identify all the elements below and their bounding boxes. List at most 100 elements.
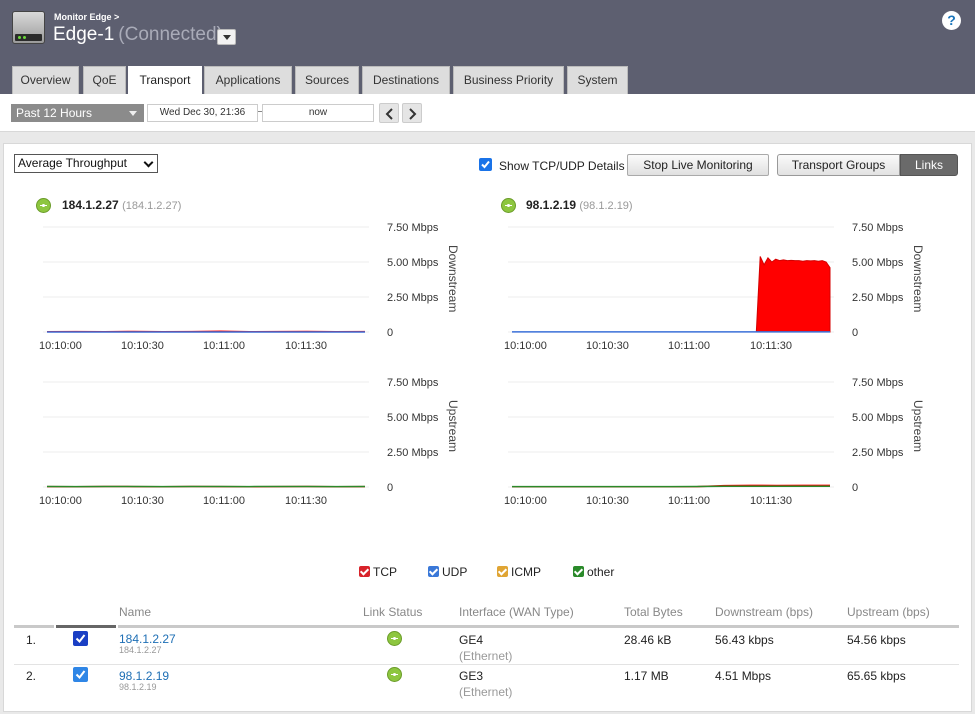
- x-tick-label: 10:11:00: [203, 340, 245, 352]
- checkbox-icon: [497, 566, 508, 577]
- x-tick-label: 10:10:30: [121, 495, 164, 507]
- edge-dropdown-button[interactable]: [217, 29, 236, 45]
- show-details-label: Show TCP/UDP Details: [499, 159, 625, 173]
- column-header-total-bytes[interactable]: Total Bytes: [624, 605, 683, 619]
- legend-icmp[interactable]: ICMP: [497, 565, 541, 579]
- tab-bar: Overview QoE Transport Applications Sour…: [0, 56, 975, 94]
- y-tick-label: 0: [387, 482, 393, 494]
- tab-overview[interactable]: Overview: [12, 66, 79, 94]
- link-heading-2: 98.1.2.19 (98.1.2.19): [526, 198, 633, 212]
- y-tick-label: 5.00 Mbps: [387, 412, 439, 424]
- tab-destinations[interactable]: Destinations: [362, 66, 450, 94]
- y-tick-label: 0: [852, 327, 858, 339]
- checkbox-icon: [359, 566, 370, 577]
- y-tick-label: 7.50 Mbps: [387, 377, 439, 389]
- column-header-downstream[interactable]: Downstream (bps): [715, 605, 813, 619]
- x-tick-label: 10:10:00: [504, 340, 547, 352]
- links-button[interactable]: Links: [900, 154, 958, 176]
- link-name[interactable]: 98.1.2.19: [119, 669, 169, 683]
- y-tick-label: 5.00 Mbps: [852, 257, 904, 269]
- x-tick-label: 10:10:00: [39, 495, 82, 507]
- checkbox-icon: [573, 566, 584, 577]
- start-time-input[interactable]: Wed Dec 30, 21:36: [147, 104, 258, 122]
- stop-live-monitoring-button[interactable]: Stop Live Monitoring: [627, 154, 769, 176]
- upstream-chart-link-2: 7.50 Mbps 5.00 Mbps 2.50 Mbps 0 Upstream 10:1…: [504, 377, 925, 507]
- downstream-value: 56.43 kbps: [715, 633, 774, 647]
- x-tick-label: 10:11:30: [285, 495, 327, 507]
- interface-name: GE4: [459, 633, 484, 647]
- check-icon: [75, 670, 86, 680]
- header-divider-selected: [56, 625, 116, 628]
- interface-name: GE3: [459, 669, 484, 683]
- x-tick-label: 10:10:30: [586, 495, 629, 507]
- help-icon[interactable]: ?: [942, 11, 961, 30]
- y-tick-label: 7.50 Mbps: [852, 222, 904, 234]
- x-tick-label: 10:11:30: [750, 340, 792, 352]
- header-divider: [118, 625, 959, 628]
- time-range-bar: Past 12 Hours Wed Dec 30, 21:36 now: [0, 94, 975, 132]
- page-title: Edge-1 (Connected): [53, 24, 223, 46]
- end-time-input[interactable]: now: [262, 104, 374, 122]
- upstream-value: 65.65 kbps: [847, 669, 906, 683]
- tab-business-priority[interactable]: Business Priority: [453, 66, 564, 94]
- x-tick-label: 10:10:30: [121, 340, 164, 352]
- transport-panel: Average Throughput Show TCP/UDP Details …: [3, 143, 972, 712]
- total-bytes: 1.17 MB: [624, 669, 669, 683]
- downstream-chart-link-1: 7.50 Mbps 5.00 Mbps 2.50 Mbps 0 Downstream 10…: [39, 222, 460, 352]
- edge-name: Edge-1: [53, 24, 115, 45]
- link-status-icon: [36, 198, 51, 213]
- row-index: 1.: [26, 633, 37, 647]
- row-checkbox[interactable]: [73, 631, 88, 646]
- row-checkbox[interactable]: [73, 667, 88, 682]
- tab-transport[interactable]: Transport: [128, 66, 202, 94]
- legend-other[interactable]: other: [573, 565, 614, 579]
- previous-button[interactable]: [379, 103, 399, 123]
- edge-status: (Connected): [118, 24, 223, 45]
- column-header-upstream[interactable]: Upstream (bps): [847, 605, 930, 619]
- y-tick-label: 0: [852, 482, 858, 494]
- column-header-link-status[interactable]: Link Status: [363, 605, 422, 619]
- link-status-icon: [501, 198, 516, 213]
- check-icon: [75, 634, 86, 644]
- show-details-checkbox[interactable]: [479, 158, 492, 171]
- metric-select[interactable]: Average Throughput: [14, 154, 158, 173]
- legend-udp[interactable]: UDP: [428, 565, 467, 579]
- y-tick-label: 5.00 Mbps: [387, 257, 439, 269]
- link-ip: 98.1.2.19: [119, 682, 157, 692]
- wan-type: (Ethernet): [459, 685, 513, 699]
- next-button[interactable]: [402, 103, 422, 123]
- y-tick-label: 2.50 Mbps: [387, 447, 439, 459]
- x-tick-label: 10:10:30: [586, 340, 629, 352]
- series-area-tcp: [512, 256, 831, 333]
- page-header: Monitor Edge > Edge-1 (Connected) ?: [0, 0, 975, 56]
- y-tick-label: 2.50 Mbps: [387, 292, 439, 304]
- column-header-name[interactable]: Name: [119, 605, 151, 619]
- upstream-value: 54.56 kbps: [847, 633, 906, 647]
- edge-device-icon: [12, 11, 45, 44]
- x-tick-label: 10:11:30: [285, 340, 327, 352]
- tab-sources[interactable]: Sources: [295, 66, 359, 94]
- y-tick-label: 7.50 Mbps: [387, 222, 439, 234]
- y-axis-label: Upstream: [911, 400, 925, 452]
- column-header-interface[interactable]: Interface (WAN Type): [459, 605, 574, 619]
- tab-system[interactable]: System: [567, 66, 628, 94]
- link-status-icon: [387, 631, 402, 646]
- tab-applications[interactable]: Applications: [204, 66, 292, 94]
- link-ip: 184.1.2.27: [119, 645, 162, 655]
- time-range-select[interactable]: Past 12 Hours: [11, 104, 144, 122]
- transport-groups-button[interactable]: Transport Groups: [777, 154, 900, 176]
- header-divider: [14, 625, 54, 628]
- tab-qoe[interactable]: QoE: [83, 66, 126, 94]
- checkbox-icon: [428, 566, 439, 577]
- check-icon: [481, 160, 490, 169]
- downstream-chart-link-2: 7.50 Mbps 5.00 Mbps 2.50 Mbps 0 Downstream 10…: [504, 222, 925, 352]
- downstream-value: 4.51 Mbps: [715, 669, 772, 683]
- link-name[interactable]: 184.1.2.27: [119, 632, 176, 646]
- total-bytes: 28.46 kB: [624, 633, 672, 647]
- x-tick-label: 10:11:30: [750, 495, 792, 507]
- breadcrumb[interactable]: Monitor Edge >: [54, 12, 119, 22]
- y-tick-label: 0: [387, 327, 393, 339]
- y-tick-label: 2.50 Mbps: [852, 447, 904, 459]
- legend-tcp[interactable]: TCP: [359, 565, 397, 579]
- x-tick-label: 10:11:00: [668, 340, 710, 352]
